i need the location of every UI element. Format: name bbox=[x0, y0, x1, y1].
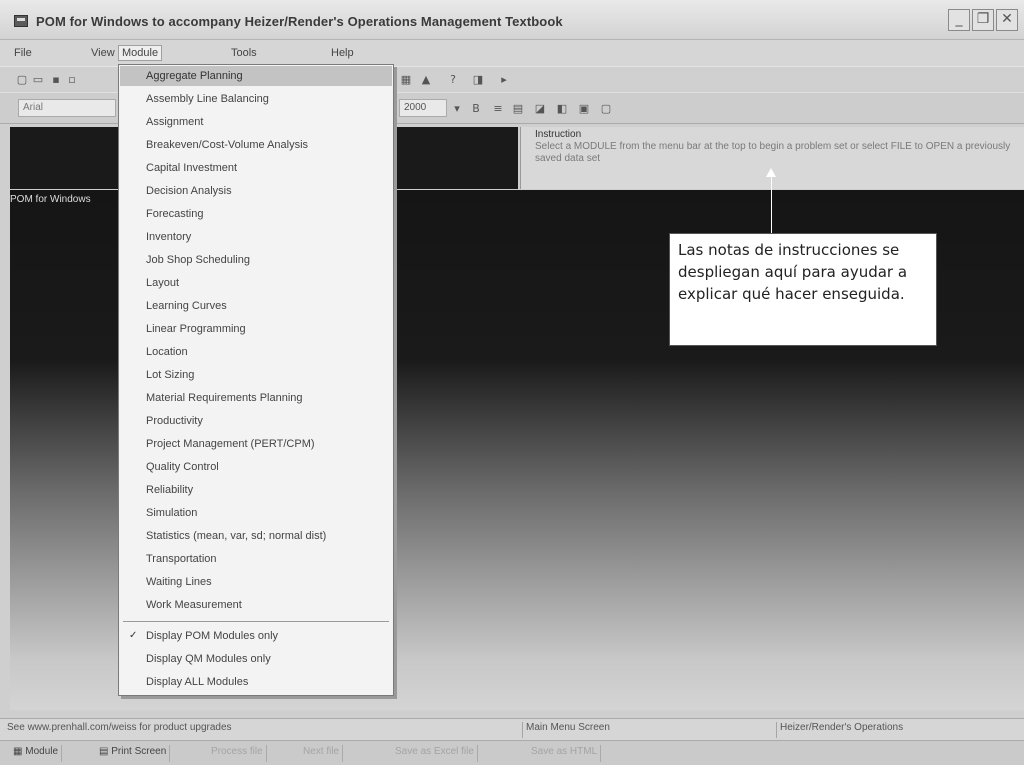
menu-item-display-qm[interactable]: Display QM Modules only bbox=[120, 649, 392, 669]
align-icon[interactable]: ≡ bbox=[492, 103, 504, 115]
menu-item-layout[interactable]: Layout bbox=[120, 273, 392, 293]
zoom-select[interactable]: 2000 bbox=[399, 99, 447, 117]
grid-icon[interactable]: ▦ bbox=[400, 74, 412, 86]
save-icon[interactable]: ▪ bbox=[50, 74, 62, 86]
print-icon[interactable]: ▫ bbox=[66, 74, 78, 86]
font-color-icon[interactable]: ▣ bbox=[578, 103, 590, 115]
menu-item-lot-sizing[interactable]: Lot Sizing bbox=[120, 365, 392, 385]
menu-item-label: Display POM Modules only bbox=[146, 630, 279, 642]
menu-item-work-measurement[interactable]: Work Measurement bbox=[120, 595, 392, 615]
menu-item-inventory[interactable]: Inventory bbox=[120, 227, 392, 247]
font-select[interactable]: Arial bbox=[18, 99, 116, 117]
arrow-right-icon[interactable]: ▸ bbox=[498, 74, 510, 86]
status-book: Heizer/Render's Operations bbox=[776, 722, 1020, 738]
menu-item-statistics[interactable]: Statistics (mean, var, sd; normal dist) bbox=[120, 526, 392, 546]
save-html-button[interactable]: Save as HTML bbox=[528, 745, 602, 762]
open-folder-icon[interactable]: ▭ bbox=[32, 74, 44, 86]
window-title: POM for Windows to accompany Heizer/Rend… bbox=[36, 14, 563, 29]
status-screen: Main Menu Screen bbox=[522, 722, 774, 738]
menu-item-aggregate-planning[interactable]: Aggregate Planning bbox=[120, 66, 392, 86]
process-file-button[interactable]: Process file bbox=[208, 745, 267, 762]
triangle-icon[interactable]: ▲ bbox=[420, 74, 432, 86]
print-screen-button[interactable]: ▤ Print Screen bbox=[96, 745, 171, 762]
menu-item-productivity[interactable]: Productivity bbox=[120, 411, 392, 431]
menu-file[interactable]: File bbox=[14, 47, 32, 59]
module-button[interactable]: ▦ Module bbox=[10, 745, 63, 762]
instruction-text: Select a MODULE from the menu bar at the… bbox=[535, 141, 1011, 164]
restore-button[interactable]: ❐ bbox=[972, 9, 994, 31]
menu-item-project-management[interactable]: Project Management (PERT/CPM) bbox=[120, 434, 392, 454]
menu-help[interactable]: Help bbox=[331, 47, 354, 59]
menu-item-quality-control[interactable]: Quality Control bbox=[120, 457, 392, 477]
menu-separator bbox=[123, 621, 389, 622]
module-icon: ▦ bbox=[13, 746, 26, 757]
new-file-icon[interactable]: ▢ bbox=[16, 74, 28, 86]
module-dropdown-menu: Aggregate Planning Assembly Line Balanci… bbox=[118, 64, 394, 696]
menu-item-linear-programming[interactable]: Linear Programming bbox=[120, 319, 392, 339]
menu-item-display-pom[interactable]: ✓ Display POM Modules only bbox=[120, 626, 392, 646]
menu-item-capital-investment[interactable]: Capital Investment bbox=[120, 158, 392, 178]
menu-item-mrp[interactable]: Material Requirements Planning bbox=[120, 388, 392, 408]
menu-item-assignment[interactable]: Assignment bbox=[120, 112, 392, 132]
chevron-down-icon[interactable]: ▾ bbox=[451, 103, 463, 115]
module-button-label: Module bbox=[25, 746, 59, 757]
menu-item-reliability[interactable]: Reliability bbox=[120, 480, 392, 500]
app-icon[interactable] bbox=[14, 15, 28, 27]
help-icon[interactable]: ? bbox=[447, 74, 459, 86]
title-bar: POM for Windows to accompany Heizer/Rend… bbox=[0, 0, 1024, 40]
menu-item-job-shop-scheduling[interactable]: Job Shop Scheduling bbox=[120, 250, 392, 270]
minimize-button[interactable]: _ bbox=[948, 9, 970, 31]
menu-item-transportation[interactable]: Transportation bbox=[120, 549, 392, 569]
fill-icon[interactable]: ◪ bbox=[534, 103, 546, 115]
bold-icon[interactable]: B bbox=[470, 103, 482, 115]
frame-icon[interactable]: ▢ bbox=[600, 103, 612, 115]
menu-item-learning-curves[interactable]: Learning Curves bbox=[120, 296, 392, 316]
menu-item-simulation[interactable]: Simulation bbox=[120, 503, 392, 523]
menu-item-waiting-lines[interactable]: Waiting Lines bbox=[120, 572, 392, 592]
solve-icon[interactable]: ◨ bbox=[472, 74, 484, 86]
status-upgrade-note: See www.prenhall.com/weiss for product u… bbox=[7, 722, 232, 733]
menu-item-assembly-line-balancing[interactable]: Assembly Line Balancing bbox=[120, 89, 392, 109]
save-excel-button[interactable]: Save as Excel file bbox=[392, 745, 478, 762]
instruction-panel: Instruction Select a MODULE from the men… bbox=[520, 127, 1024, 189]
border-icon[interactable]: ▤ bbox=[512, 103, 524, 115]
checkmark-icon: ✓ bbox=[129, 630, 138, 641]
annotation-callout: Las notas de instrucciones se despliegan… bbox=[669, 233, 937, 346]
workspace-label: POM for Windows bbox=[10, 194, 91, 205]
close-button[interactable]: ✕ bbox=[996, 9, 1018, 31]
menu-item-forecasting[interactable]: Forecasting bbox=[120, 204, 392, 224]
menu-item-breakeven[interactable]: Breakeven/Cost-Volume Analysis bbox=[120, 135, 392, 155]
menu-bar: File View Module Tools Help bbox=[0, 40, 1024, 66]
menu-view[interactable]: View bbox=[91, 47, 115, 59]
print-screen-label: Print Screen bbox=[111, 746, 167, 757]
menu-module[interactable]: Module bbox=[118, 45, 163, 61]
menu-item-location[interactable]: Location bbox=[120, 342, 392, 362]
printer-icon: ▤ bbox=[99, 746, 112, 757]
instruction-title: Instruction bbox=[535, 129, 582, 140]
annotation-arrow-head bbox=[766, 168, 776, 177]
annotation-arrow-line bbox=[771, 174, 772, 234]
menu-tools[interactable]: Tools bbox=[231, 47, 257, 59]
menu-item-decision-analysis[interactable]: Decision Analysis bbox=[120, 181, 392, 201]
next-file-button[interactable]: Next file bbox=[300, 745, 344, 762]
color-icon[interactable]: ◧ bbox=[556, 103, 568, 115]
bottom-toolbar: ▦ Module ▤ Print Screen Process file Nex… bbox=[0, 740, 1024, 765]
status-bar: See www.prenhall.com/weiss for product u… bbox=[0, 718, 1024, 740]
menu-item-display-all[interactable]: Display ALL Modules bbox=[120, 672, 392, 692]
